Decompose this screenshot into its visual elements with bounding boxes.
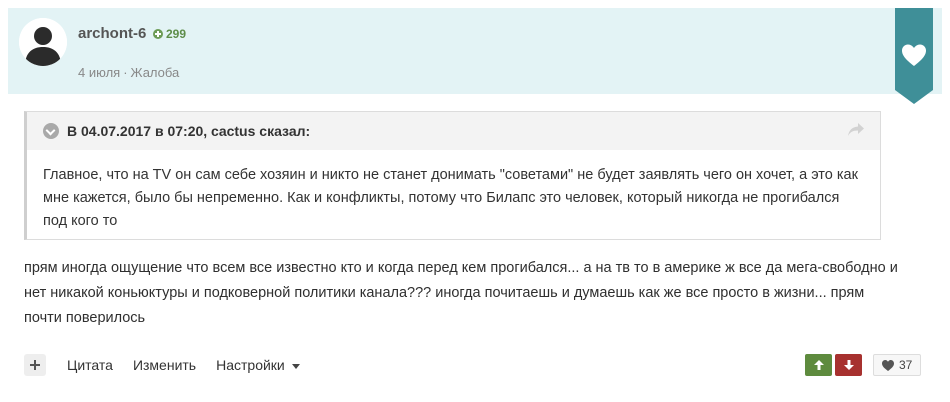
likes-count: 37 xyxy=(899,358,913,372)
reputation-plus-icon xyxy=(153,29,163,39)
post-actions: Цитата Изменить Настройки xyxy=(24,353,300,377)
quote-title: В 04.07.2017 в 07:20, cactus сказал: xyxy=(67,123,311,139)
report-link[interactable]: Жалоба xyxy=(131,65,180,80)
like-ribbon[interactable] xyxy=(895,8,933,104)
share-icon[interactable] xyxy=(848,123,864,137)
vote-up-button[interactable] xyxy=(805,354,832,376)
quote-header: В 04.07.2017 в 07:20, cactus сказал: xyxy=(27,112,880,150)
collapse-icon[interactable] xyxy=(43,123,59,139)
multiquote-button[interactable] xyxy=(24,354,46,376)
arrow-up-icon xyxy=(813,360,824,370)
post-header: archont-6 299 4 июля · Жалоба xyxy=(8,8,942,94)
post-date[interactable]: 4 июля xyxy=(78,65,120,80)
vote-controls: 37 xyxy=(805,354,922,376)
heart-icon xyxy=(882,359,894,371)
reputation-count: 299 xyxy=(166,27,187,41)
comment-text: прям иногда ощущение что всем все извест… xyxy=(24,260,898,326)
likes-button[interactable]: 37 xyxy=(873,354,922,376)
quote-text: Главное, что на TV он сам себе хозяин и … xyxy=(43,167,858,229)
vote-down-button[interactable] xyxy=(835,354,862,376)
settings-label: Настройки xyxy=(216,357,285,373)
settings-menu[interactable]: Настройки xyxy=(216,357,300,373)
post-meta: 4 июля · Жалоба xyxy=(78,65,179,80)
quote-block: В 04.07.2017 в 07:20, cactus сказал: Гла… xyxy=(24,111,881,240)
avatar[interactable] xyxy=(19,18,67,66)
quote-button[interactable]: Цитата xyxy=(67,357,113,373)
edit-button[interactable]: Изменить xyxy=(133,357,196,373)
caret-down-icon xyxy=(291,363,300,369)
arrow-down-icon xyxy=(843,360,854,370)
avatar-placeholder-icon xyxy=(19,18,67,66)
meta-separator: · xyxy=(123,65,128,80)
author-name[interactable]: archont-6 xyxy=(78,25,146,42)
reputation-badge: 299 xyxy=(153,27,186,41)
